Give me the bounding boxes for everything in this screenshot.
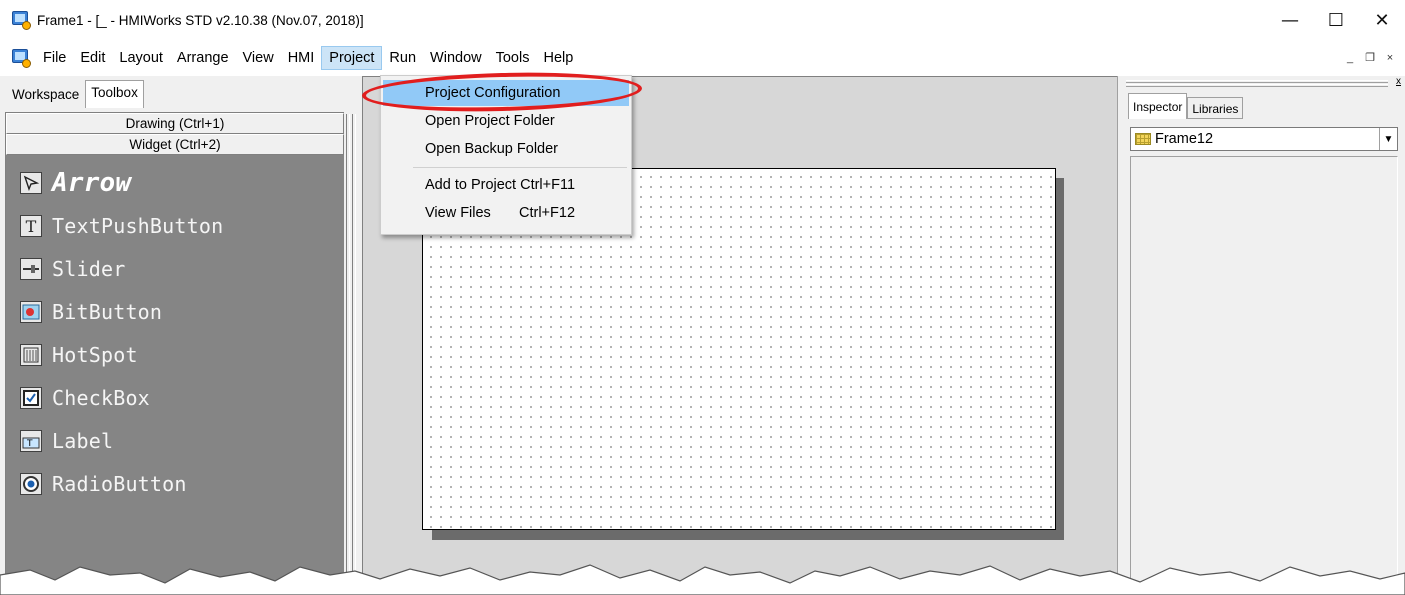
tool-label-text: Label [52, 429, 114, 453]
tool-label: Arrow [52, 168, 132, 198]
tool-label: HotSpot [52, 343, 138, 367]
mdi-close-button[interactable]: × [1381, 50, 1399, 66]
tool-label[interactable]: T Label [20, 427, 113, 455]
menu-edit[interactable]: Edit [73, 46, 112, 70]
left-panel: Workspace Toolbox Drawing (Ctrl+1) Widge… [0, 76, 355, 595]
property-list[interactable] [1130, 156, 1398, 595]
window-title: Frame1 - [_ - HMIWorks STD v2.10.38 (Nov… [37, 12, 364, 28]
object-selector[interactable]: Frame12 ▼ [1130, 127, 1398, 151]
bit-button-icon [20, 301, 42, 323]
tool-label: Slider [52, 257, 126, 281]
toolbox: Drawing (Ctrl+1) Widget (Ctrl+2) Arrow T… [5, 112, 345, 595]
tool-label: CheckBox [52, 386, 150, 410]
svg-text:T: T [26, 439, 33, 449]
chevron-down-icon[interactable]: ▼ [1379, 128, 1397, 150]
menu-layout[interactable]: Layout [112, 46, 170, 70]
menu-item-add-to-project[interactable]: Add to Project Ctrl+F11 [383, 172, 629, 198]
menu-run[interactable]: Run [382, 46, 423, 70]
tool-slider[interactable]: Slider [20, 255, 125, 283]
menu-separator [413, 167, 627, 168]
checkbox-icon [20, 387, 42, 409]
arrow-icon [20, 172, 42, 194]
tab-toolbox[interactable]: Toolbox [85, 80, 144, 108]
section-widget-button[interactable]: Widget (Ctrl+2) [6, 134, 344, 155]
title-bar: Frame1 - [_ - HMIWorks STD v2.10.38 (Nov… [0, 0, 1405, 40]
tool-label: BitButton [52, 300, 163, 324]
tool-checkbox[interactable]: CheckBox [20, 384, 150, 412]
panel-splitter[interactable] [344, 76, 362, 595]
panel-grip[interactable] [1126, 80, 1388, 83]
tool-textpushbutton[interactable]: T TextPushButton [20, 212, 223, 240]
menu-item-open-project-folder[interactable]: Open Project Folder [383, 108, 629, 134]
menu-tools[interactable]: Tools [489, 46, 537, 70]
menu-help[interactable]: Help [536, 46, 580, 70]
mdi-restore-button[interactable]: ❐ [1361, 50, 1379, 66]
menu-window[interactable]: Window [423, 46, 489, 70]
slider-icon [20, 258, 42, 280]
tool-arrow[interactable]: Arrow [20, 168, 132, 198]
menu-arrange[interactable]: Arrange [170, 46, 236, 70]
frame-icon [1135, 133, 1151, 145]
menu-item-view-files[interactable]: View Files Ctrl+F12 [383, 200, 629, 226]
close-button[interactable]: ✕ [1359, 0, 1405, 40]
tab-inspector[interactable]: Inspector [1128, 93, 1188, 119]
menu-hmi[interactable]: HMI [281, 46, 322, 70]
radio-button-icon [20, 473, 42, 495]
tool-label: TextPushButton [52, 214, 224, 238]
app-icon[interactable] [12, 11, 31, 30]
menu-file[interactable]: File [36, 46, 73, 70]
mdi-doc-icon[interactable] [12, 49, 31, 68]
right-panel: x Inspector Libraries Frame12 ▼ [1117, 76, 1405, 595]
menu-bar: File Edit Layout Arrange View HMI Projec… [0, 40, 1405, 76]
label-icon: T [20, 430, 42, 452]
project-menu: Project Configuration Open Project Folde… [380, 75, 632, 235]
minimize-button[interactable]: — [1267, 0, 1313, 40]
panel-grip[interactable] [1126, 84, 1388, 87]
menu-view[interactable]: View [236, 46, 281, 70]
menu-item-project-configuration[interactable]: Project Configuration [383, 80, 629, 106]
mdi-minimize-button[interactable]: _ [1341, 50, 1359, 66]
panel-close-button[interactable]: x [1396, 76, 1401, 88]
tool-hotspot[interactable]: HotSpot [20, 341, 138, 369]
tool-radiobutton[interactable]: RadioButton [20, 470, 187, 498]
tab-libraries[interactable]: Libraries [1187, 97, 1244, 119]
hotspot-icon [20, 344, 42, 366]
tool-label: RadioButton [52, 472, 187, 496]
torn-edge [0, 564, 1405, 595]
menu-item-open-backup-folder[interactable]: Open Backup Folder [383, 136, 629, 162]
menu-project[interactable]: Project [321, 46, 383, 70]
text-push-button-icon: T [20, 215, 42, 237]
maximize-button[interactable]: ☐ [1313, 0, 1359, 40]
tool-bitbutton[interactable]: BitButton [20, 298, 162, 326]
selected-object: Frame12 [1155, 131, 1214, 147]
tab-workspace[interactable]: Workspace [6, 82, 85, 108]
section-drawing-button[interactable]: Drawing (Ctrl+1) [6, 113, 344, 134]
